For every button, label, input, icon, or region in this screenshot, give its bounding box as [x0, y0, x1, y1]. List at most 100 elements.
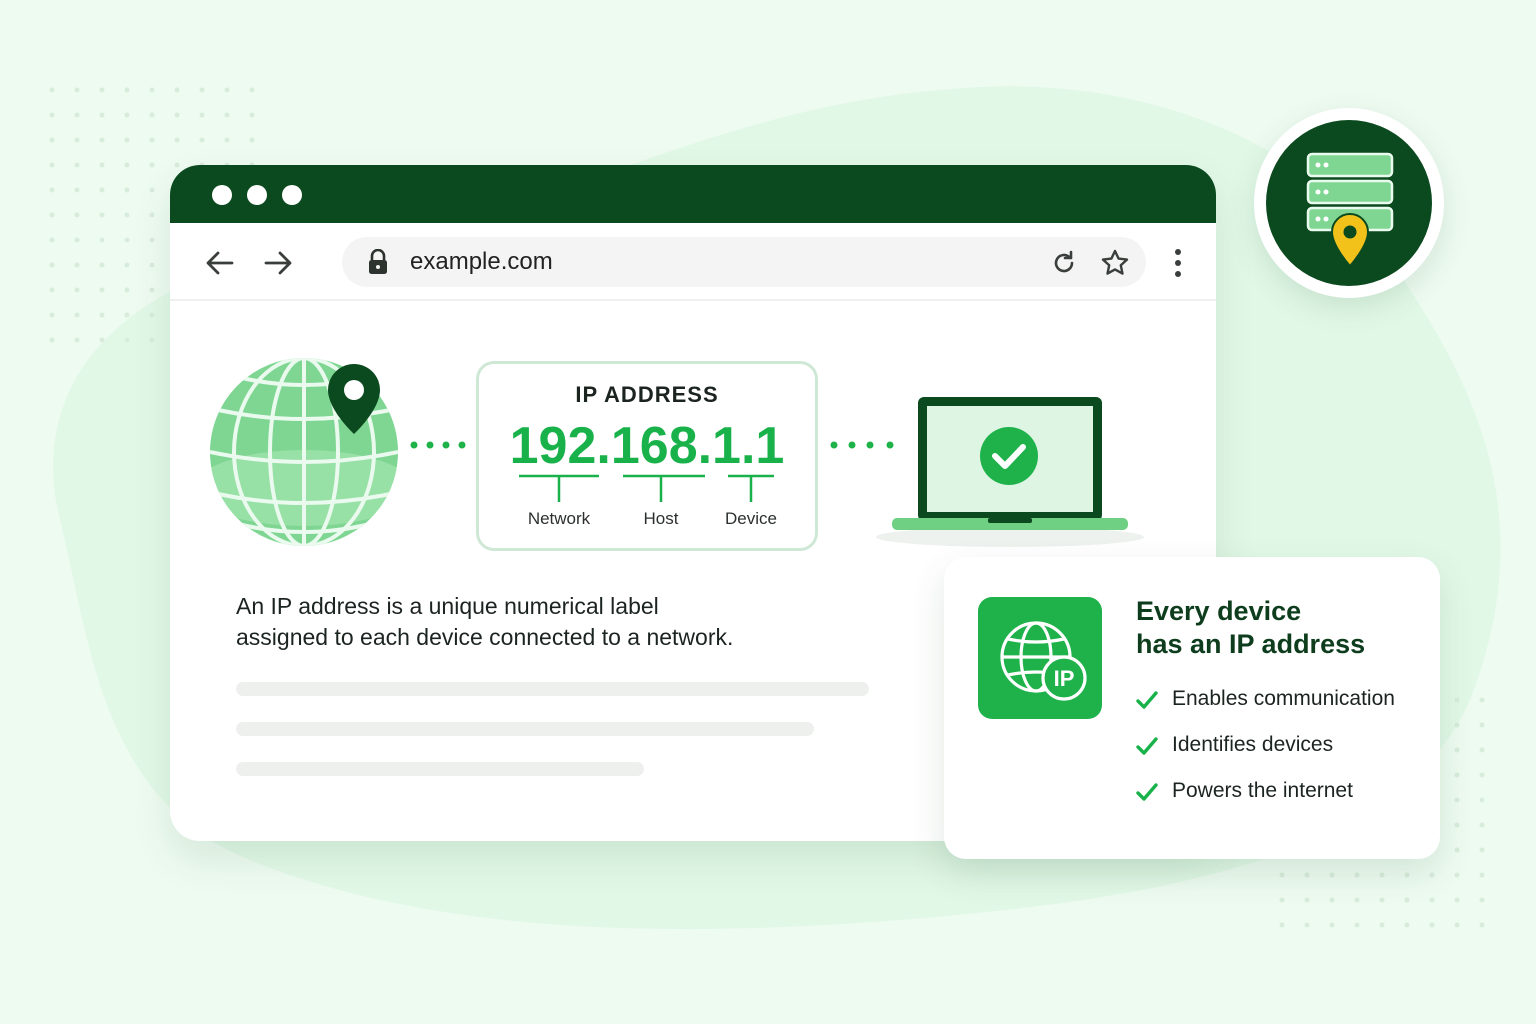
placeholder-line-3 [236, 762, 644, 776]
decor-dot [1354, 922, 1360, 928]
placeholder-line-2 [236, 722, 814, 736]
decor-dot [1354, 897, 1360, 903]
decor-dot [1379, 922, 1385, 928]
decor-dot [224, 87, 230, 93]
globe-ip-icon: IP [1000, 621, 1087, 701]
decor-dot [74, 312, 80, 318]
decor-dot [1354, 872, 1360, 878]
connector-dots-left [410, 441, 466, 449]
decor-dot [74, 162, 80, 168]
decor-dot [199, 87, 205, 93]
decor-dot [1479, 922, 1485, 928]
decor-dot [149, 262, 155, 268]
decor-dot [1479, 822, 1485, 828]
decor-dot [174, 137, 180, 143]
ip-address-label: IP ADDRESS [575, 382, 719, 407]
decor-dot [224, 137, 230, 143]
decor-dot [1479, 847, 1485, 853]
decor-dot [49, 337, 55, 343]
decor-dot [1479, 797, 1485, 803]
address-bar[interactable]: example.com [342, 237, 1146, 287]
decor-dot [124, 262, 130, 268]
url-text[interactable]: example.com [410, 248, 553, 276]
decor-dot [99, 237, 105, 243]
decor-dot [74, 187, 80, 193]
reload-icon[interactable] [1050, 249, 1078, 277]
star-icon[interactable] [1100, 248, 1130, 278]
decor-dot [1379, 897, 1385, 903]
arrow-right-icon[interactable] [260, 245, 296, 281]
decor-dot [74, 137, 80, 143]
decor-dot [124, 87, 130, 93]
window-dot-3[interactable] [282, 185, 302, 205]
network-segment-brace [519, 474, 599, 502]
feature-item: Identifies devices [1136, 733, 1436, 761]
segment-label-device: Device [725, 509, 777, 528]
decor-dot [224, 112, 230, 118]
check-icon [1136, 691, 1158, 709]
decor-dot [1404, 897, 1410, 903]
decor-dot [99, 212, 105, 218]
decor-dot [74, 287, 80, 293]
kebab-menu-icon[interactable] [1168, 247, 1188, 279]
decor-dot [124, 287, 130, 293]
browser-toolbar: example.com [170, 223, 1216, 301]
server-badge-circle [1266, 120, 1432, 286]
decor-dot [1379, 872, 1385, 878]
window-dot-2[interactable] [247, 185, 267, 205]
decor-dot [149, 137, 155, 143]
feature-item: Powers the internet [1136, 779, 1436, 807]
decor-dot [1479, 872, 1485, 878]
segment-label-host: Host [643, 509, 679, 528]
decor-dot [249, 112, 255, 118]
decor-dot [49, 87, 55, 93]
decor-dot [149, 162, 155, 168]
arrow-left-icon[interactable] [202, 245, 238, 281]
decor-dot [149, 187, 155, 193]
decor-dot [124, 337, 130, 343]
decor-dot [149, 337, 155, 343]
decor-dot [1304, 897, 1310, 903]
decor-dot [149, 287, 155, 293]
decor-dot [1404, 872, 1410, 878]
laptop-check-icon [876, 397, 1144, 547]
decor-dot [74, 212, 80, 218]
decor-dot [1454, 872, 1460, 878]
decor-dot [124, 212, 130, 218]
decor-dot [1429, 872, 1435, 878]
info-card-title: Every device has an IP address [1136, 595, 1426, 661]
decor-dot [1479, 772, 1485, 778]
feature-label: Identifies devices [1172, 733, 1334, 756]
decor-dot [1479, 697, 1485, 703]
check-icon [1136, 737, 1158, 755]
decor-dot [1279, 922, 1285, 928]
decor-dot [1329, 922, 1335, 928]
window-dot-1[interactable] [212, 185, 232, 205]
ip-description: An IP address is a unique numerical labe… [236, 591, 836, 653]
feature-label: Enables communication [1172, 687, 1395, 710]
decor-dot [124, 162, 130, 168]
decor-dot [1329, 872, 1335, 878]
decor-dot [74, 87, 80, 93]
decor-dot [99, 262, 105, 268]
decor-dot [49, 287, 55, 293]
decor-dot [1454, 722, 1460, 728]
server-location-badge [1254, 108, 1444, 298]
decor-dot [74, 262, 80, 268]
decor-dot [149, 212, 155, 218]
decor-dot [124, 137, 130, 143]
decor-dot [124, 187, 130, 193]
host-segment-brace [623, 474, 705, 502]
globe-with-pin-icon [210, 358, 398, 546]
decor-dot [99, 137, 105, 143]
decor-dot [99, 312, 105, 318]
decor-dot [1454, 847, 1460, 853]
ip-address-value: 192.168.1.1 [509, 417, 785, 475]
decor-dot [99, 287, 105, 293]
info-card: IP Every device has an IP address Enable… [944, 557, 1440, 859]
decor-dot [49, 212, 55, 218]
decor-dot [1304, 922, 1310, 928]
feature-label: Powers the internet [1172, 779, 1353, 802]
browser-titlebar [170, 165, 1216, 223]
decor-dot [149, 87, 155, 93]
